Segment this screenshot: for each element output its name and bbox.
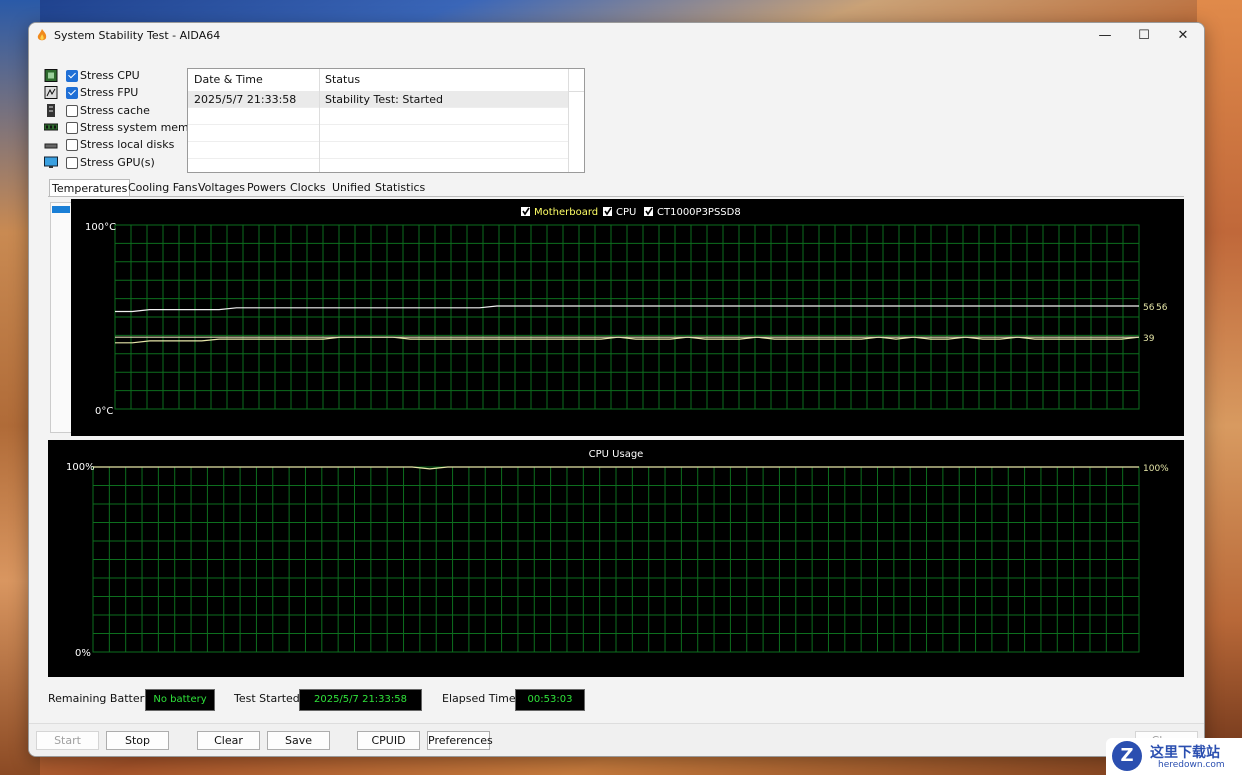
- stress-gpu-label: Stress GPU(s): [80, 156, 155, 169]
- stress-cache-checkbox[interactable]: [66, 105, 78, 117]
- log-cell-status: Stability Test: Started: [325, 93, 443, 106]
- log-column-divider: [568, 69, 569, 172]
- tab-clocks[interactable]: Clocks: [288, 179, 328, 196]
- log-header-status[interactable]: Status: [325, 73, 360, 86]
- cache-icon: [47, 104, 55, 117]
- tab-powers[interactable]: Powers: [245, 179, 288, 196]
- stress-cpu-label: Stress CPU: [80, 69, 140, 82]
- cpu-usage-y-min-label: 0%: [75, 648, 91, 659]
- window-title: System Stability Test - AIDA64: [54, 29, 221, 42]
- temperature-legend: Motherboard CPU CT1000P3PSSD8: [521, 207, 741, 218]
- cpu-chip-icon: [44, 69, 58, 82]
- event-log-table[interactable]: Date & Time Status 2025/5/7 21:33:58 Sta…: [187, 68, 585, 173]
- tab-temperatures[interactable]: Temperatures: [49, 179, 131, 197]
- preferences-button[interactable]: Preferences: [427, 731, 493, 750]
- log-column-divider: [319, 69, 320, 172]
- fpu-chip-icon: [44, 86, 58, 99]
- start-button[interactable]: Start: [36, 731, 99, 750]
- disk-icon: [44, 143, 58, 149]
- button-bar: Start Stop Clear Save CPUID Preferences …: [29, 723, 1204, 756]
- log-row-empty: [188, 142, 568, 159]
- battery-value: No battery: [145, 689, 215, 711]
- cpu-usage-chart-panel: CPU Usage 100% 0% 100%: [48, 440, 1184, 677]
- cpu-usage-chart: CPU Usage 100% 0% 100%: [66, 449, 1169, 659]
- temperature-chart-panel: Motherboard CPU CT1000P3PSSD8 100°C 0°C …: [71, 199, 1184, 436]
- tab-voltages[interactable]: Voltages: [196, 179, 247, 196]
- log-header-datetime[interactable]: Date & Time: [194, 73, 263, 86]
- tab-statistics[interactable]: Statistics: [373, 179, 427, 196]
- stress-memory-checkbox[interactable]: [66, 122, 78, 134]
- stress-cpu-option[interactable]: Stress CPU: [44, 69, 194, 85]
- current-value-label: 56: [1143, 303, 1155, 313]
- tab-unified[interactable]: Unified: [330, 179, 373, 196]
- current-value-label: 39: [1143, 334, 1155, 344]
- stress-cache-option[interactable]: Stress cache: [44, 104, 194, 120]
- log-row[interactable]: 2025/5/7 21:33:58 Stability Test: Starte…: [188, 91, 568, 108]
- battery-label: Remaining Battery:: [48, 692, 154, 705]
- watermark-title: 这里下载站: [1150, 745, 1220, 761]
- stress-memory-option[interactable]: Stress system memory: [44, 121, 207, 137]
- elapsed-time-value: 00:53:03: [515, 689, 585, 711]
- maximize-button[interactable]: ☐: [1125, 25, 1163, 47]
- minimize-button[interactable]: —: [1086, 25, 1124, 47]
- legend-ssd: CT1000P3PSSD8: [657, 207, 741, 218]
- tab-cooling-fans[interactable]: Cooling Fans: [126, 179, 199, 196]
- stress-disks-checkbox[interactable]: [66, 139, 78, 151]
- legend-cpu: CPU: [616, 207, 636, 218]
- aida64-window: System Stability Test - AIDA64 — ☐ ✕ Str…: [28, 22, 1205, 757]
- stop-button[interactable]: Stop: [106, 731, 169, 750]
- stress-disks-option[interactable]: Stress local disks: [44, 138, 194, 154]
- stress-fpu-checkbox[interactable]: [66, 87, 78, 99]
- elapsed-time-label: Elapsed Time:: [442, 692, 520, 705]
- memory-icon: [44, 123, 58, 131]
- watermark-badge: Z 这里下载站 heredown.com: [1106, 738, 1242, 775]
- temperature-current-values: 56 56 39: [1143, 303, 1168, 344]
- temperature-y-max-label: 100°C: [85, 222, 116, 233]
- cpu-usage-grid: [92, 466, 1140, 653]
- legend-motherboard: Motherboard: [534, 207, 598, 218]
- aida64-flame-icon: [37, 29, 47, 41]
- stress-disks-label: Stress local disks: [80, 138, 175, 151]
- clear-button[interactable]: Clear: [197, 731, 260, 750]
- watermark-url: heredown.com: [1158, 760, 1225, 770]
- stress-cache-label: Stress cache: [80, 104, 150, 117]
- cpu-usage-title: CPU Usage: [589, 449, 644, 460]
- stress-fpu-label: Stress FPU: [80, 86, 139, 99]
- cpuid-button[interactable]: CPUID: [357, 731, 420, 750]
- cpu-usage-y-max-label: 100%: [66, 462, 95, 473]
- sensor-list-scroll-thumb[interactable]: [52, 206, 70, 213]
- stress-cpu-checkbox[interactable]: [66, 70, 78, 82]
- current-value-label: 56: [1156, 303, 1168, 313]
- log-row-empty: [188, 125, 568, 142]
- stress-gpu-checkbox[interactable]: [66, 157, 78, 169]
- temperature-chart: Motherboard CPU CT1000P3PSSD8 100°C 0°C …: [85, 207, 1168, 417]
- cpu-usage-current-values: 100%: [1143, 464, 1169, 474]
- stress-fpu-option[interactable]: Stress FPU: [44, 86, 194, 102]
- status-bar: Remaining Battery: No battery Test Start…: [48, 687, 1188, 711]
- current-value-label: 100%: [1143, 464, 1169, 474]
- sensor-list-scrollbar[interactable]: [50, 202, 72, 433]
- close-window-button[interactable]: ✕: [1164, 25, 1202, 47]
- log-row-empty: [188, 108, 568, 125]
- save-button[interactable]: Save: [267, 731, 330, 750]
- temperature-y-min-label: 0°C: [95, 406, 113, 417]
- log-cell-time: 2025/5/7 21:33:58: [194, 93, 297, 106]
- monitor-icon: [44, 156, 58, 168]
- log-header-row: Date & Time Status: [188, 69, 584, 92]
- tab-divider: [48, 196, 1184, 197]
- stress-gpu-option[interactable]: Stress GPU(s): [44, 156, 194, 172]
- title-bar[interactable]: System Stability Test - AIDA64 — ☐ ✕: [29, 23, 1204, 49]
- temperature-grid: [114, 224, 1140, 410]
- watermark-logo: Z: [1112, 741, 1142, 771]
- test-started-value: 2025/5/7 21:33:58: [299, 689, 422, 711]
- test-started-label: Test Started:: [234, 692, 304, 705]
